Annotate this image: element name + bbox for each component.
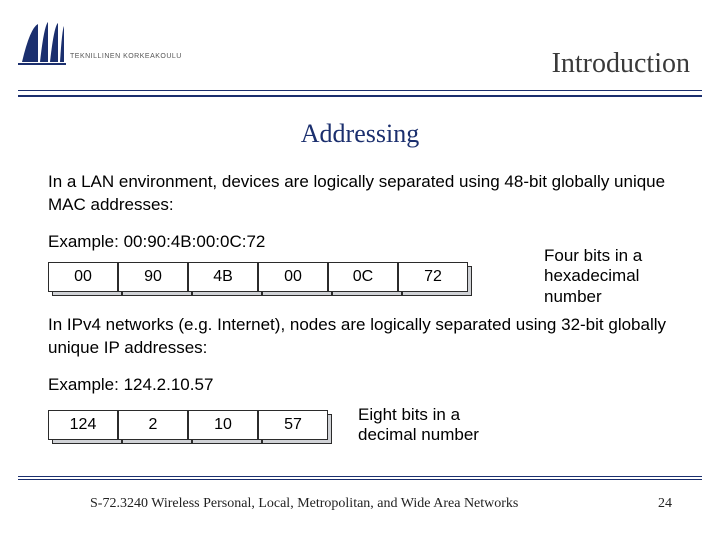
ip-octets-row: 124 2 10 57 Eight bits in a decimal numb…	[48, 405, 672, 446]
logo-mark-icon	[18, 18, 66, 66]
ip-octet-value: 2	[118, 410, 188, 440]
logo-text: TEKNILLINEN KORKEAKOULU	[70, 53, 182, 60]
header-title: Introduction	[552, 48, 690, 80]
mac-byte-value: 90	[118, 262, 188, 292]
mac-byte-value: 00	[48, 262, 118, 292]
ip-octet-value: 124	[48, 410, 118, 440]
mac-byte-box: 90	[118, 262, 188, 292]
ip-octet-box: 57	[258, 410, 328, 440]
header-rule	[18, 90, 702, 97]
mac-byte-value: 72	[398, 262, 468, 292]
ip-octet-value: 10	[188, 410, 258, 440]
note-hex-l2: hexadecimal	[544, 266, 694, 286]
ip-octet-box: 2	[118, 410, 188, 440]
mac-byte-value: 00	[258, 262, 328, 292]
ip-octet-box: 124	[48, 410, 118, 440]
note-decimal: Eight bits in a decimal number	[358, 405, 479, 446]
note-hex-l1: Four bits in a	[544, 246, 694, 266]
footer-course: S-72.3240 Wireless Personal, Local, Metr…	[90, 496, 518, 512]
ip-octet-box: 10	[188, 410, 258, 440]
ip-octet-value: 57	[258, 410, 328, 440]
footer-rule	[18, 476, 702, 480]
mac-byte-box: 00	[258, 262, 328, 292]
paragraph-ip: In IPv4 networks (e.g. Internet), nodes …	[48, 314, 672, 360]
footer: S-72.3240 Wireless Personal, Local, Metr…	[0, 496, 720, 512]
mac-byte-box: 0C	[328, 262, 398, 292]
header: TEKNILLINEN KORKEAKOULU Introduction	[0, 0, 720, 95]
slide-title: Addressing	[0, 119, 720, 149]
mac-byte-box: 4B	[188, 262, 258, 292]
note-hex: Four bits in a hexadecimal number	[544, 246, 694, 307]
paragraph-mac: In a LAN environment, devices are logica…	[48, 171, 672, 217]
body: In a LAN environment, devices are logica…	[0, 171, 720, 445]
mac-byte-box: 00	[48, 262, 118, 292]
mac-byte-value: 0C	[328, 262, 398, 292]
slide: TEKNILLINEN KORKEAKOULU Introduction Add…	[0, 0, 720, 540]
logo: TEKNILLINEN KORKEAKOULU	[18, 18, 182, 66]
note-decimal-l1: Eight bits in a	[358, 405, 479, 425]
mac-byte-box: 72	[398, 262, 468, 292]
note-hex-l3: number	[544, 287, 694, 307]
footer-page-number: 24	[658, 496, 672, 512]
mac-byte-value: 4B	[188, 262, 258, 292]
example-ip-label: Example: 124.2.10.57	[48, 374, 672, 397]
note-decimal-l2: decimal number	[358, 425, 479, 445]
